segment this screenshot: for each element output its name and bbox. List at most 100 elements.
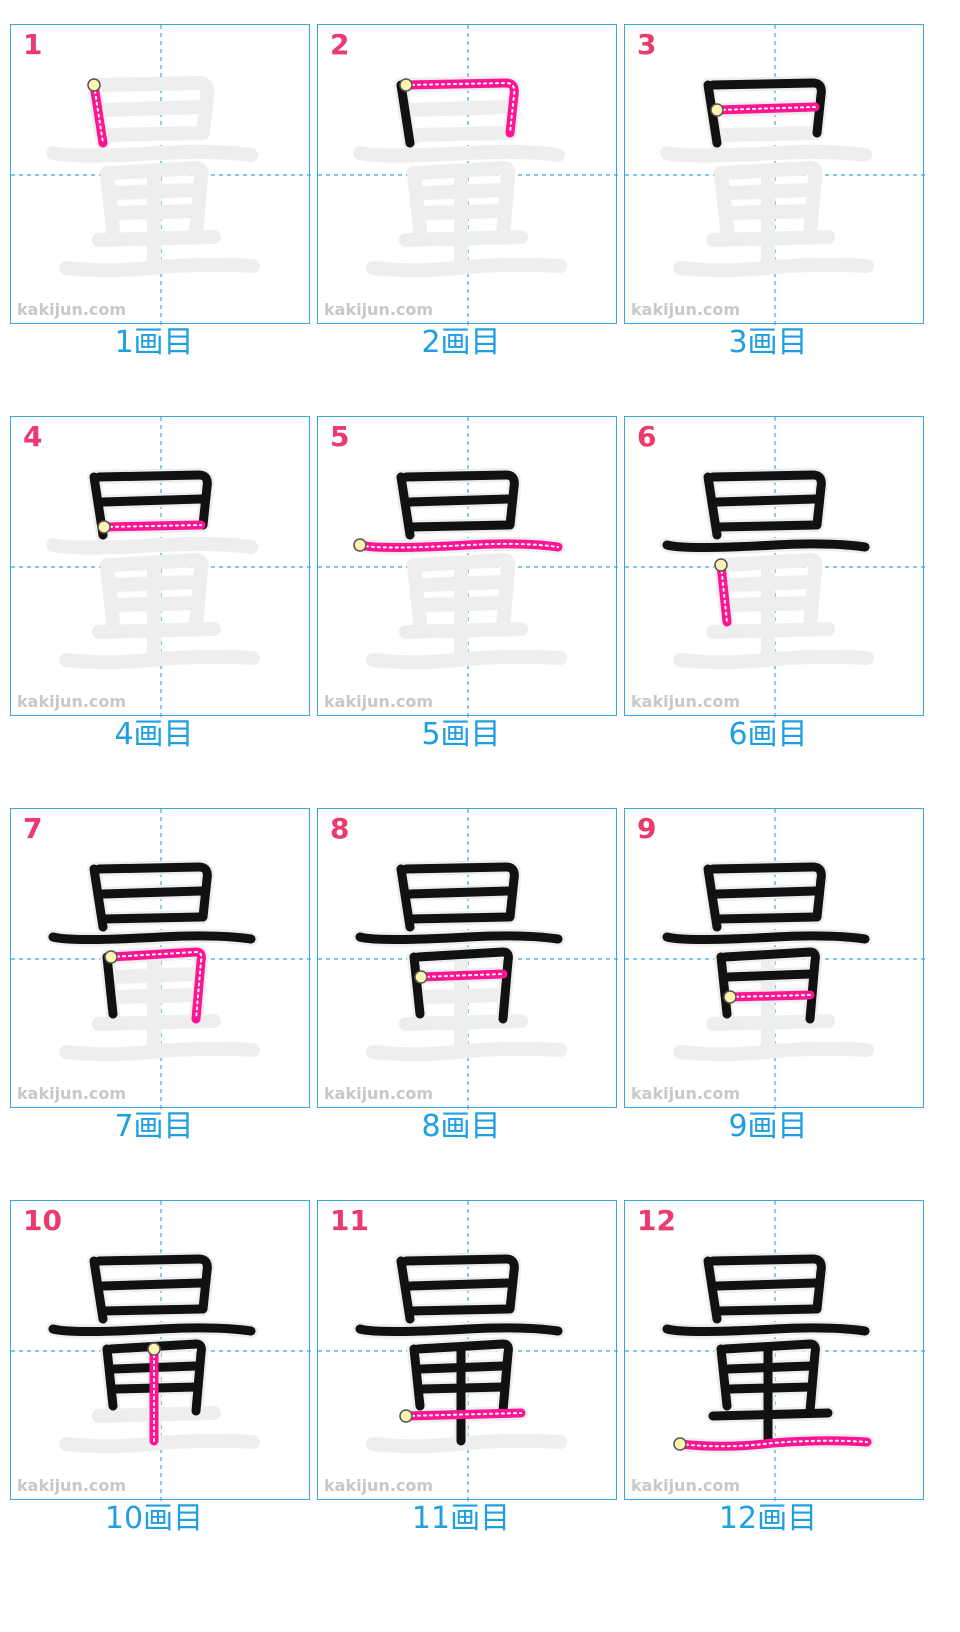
completed-stroke (662, 931, 870, 944)
ghost-stroke (366, 1041, 567, 1062)
completed-stroke (409, 1344, 425, 1411)
ghost-stroke (366, 257, 567, 278)
watermark: kakijun.com (17, 1476, 127, 1495)
stroke-start-marker (673, 1437, 687, 1451)
watermark: kakijun.com (631, 300, 741, 319)
completed-stroke (99, 912, 206, 924)
step-caption: 3画目 (728, 325, 808, 360)
step-number: 4 (23, 420, 43, 453)
completed-stroke (708, 1408, 833, 1421)
step-caption: 8画目 (421, 1109, 501, 1144)
completed-stroke (713, 912, 820, 924)
kanji-canvas (318, 1201, 618, 1501)
kanji-canvas (625, 1201, 925, 1501)
completed-stroke (99, 1304, 206, 1316)
completed-stroke (723, 969, 815, 982)
ghost-stroke (92, 622, 221, 639)
stroke-start-marker (97, 520, 111, 534)
ghost-stroke (714, 166, 734, 237)
ghost-stroke (403, 100, 515, 117)
stroke-panel-9: 9 kakijun.com (624, 808, 925, 1109)
step-caption: 6画目 (728, 717, 808, 752)
completed-stroke (48, 1323, 256, 1336)
ghost-stroke (59, 257, 260, 278)
kanji-canvas (11, 809, 311, 1109)
step-caption: 10画目 (104, 1501, 204, 1536)
ghost-stroke (92, 230, 221, 247)
watermark: kakijun.com (631, 1084, 741, 1103)
stroke-order-page: { "kanji": "量", "watermark": "kakijun.co… (0, 0, 960, 1632)
completed-stroke (713, 520, 820, 532)
ghost-stroke (404, 126, 515, 142)
kanji-canvas (318, 809, 618, 1109)
completed-stroke (662, 1323, 870, 1336)
watermark: kakijun.com (324, 1084, 434, 1103)
step-number: 2 (330, 28, 350, 61)
step-number: 6 (637, 420, 657, 453)
stroke-start-marker (87, 78, 101, 92)
completed-stroke (405, 886, 513, 899)
kanji-canvas (318, 417, 618, 717)
ghost-stroke (366, 1433, 567, 1454)
completed-stroke (712, 886, 820, 899)
ghost-stroke (59, 1433, 260, 1454)
ghost-stroke (59, 1041, 260, 1062)
completed-stroke (712, 494, 820, 507)
ghost-stroke (673, 649, 874, 670)
stroke-panel-3: 3 kakijun.com (624, 24, 925, 325)
kanji-canvas (11, 25, 311, 325)
kanji-canvas (625, 809, 925, 1109)
stroke-start-marker (353, 538, 367, 552)
watermark: kakijun.com (17, 1084, 127, 1103)
step-caption: 1画目 (114, 325, 194, 360)
completed-stroke (662, 539, 870, 552)
kanji-canvas (11, 417, 311, 717)
completed-stroke (102, 952, 118, 1019)
step-caption: 5画目 (421, 717, 501, 752)
completed-stroke (98, 886, 206, 899)
stroke-panel-11: 11 kakijun.com (317, 1200, 618, 1501)
step-caption: 7画目 (114, 1109, 194, 1144)
kanji-canvas (11, 1201, 311, 1501)
completed-stroke (406, 912, 513, 924)
stroke-panel-6: 6 kakijun.com (624, 416, 925, 717)
stroke-start-marker (414, 970, 428, 984)
ghost-stroke (399, 622, 528, 639)
completed-stroke (355, 931, 563, 944)
ghost-stroke (59, 649, 260, 670)
stroke-panel-1: 1 kakijun.com (10, 24, 311, 325)
step-caption: 4画目 (114, 717, 194, 752)
ghost-stroke (366, 649, 567, 670)
ghost-stroke (96, 100, 208, 117)
step-caption: 9画目 (728, 1109, 808, 1144)
stroke-panel-10: 10 kakijun.com (10, 1200, 311, 1501)
ghost-stroke (46, 536, 258, 555)
completed-stroke (713, 1304, 820, 1316)
stroke-start-marker (723, 990, 737, 1004)
stroke-panel-2: 2 kakijun.com (317, 24, 618, 325)
step-number: 9 (637, 812, 657, 845)
stroke-start-marker (399, 78, 413, 92)
completed-stroke (712, 1278, 820, 1291)
ghost-stroke (97, 126, 208, 142)
ghost-stroke (100, 558, 120, 629)
stroke-start-marker (714, 558, 728, 572)
stroke-start-marker (147, 1342, 161, 1356)
completed-stroke (716, 1344, 732, 1411)
completed-stroke (355, 1323, 563, 1336)
ghost-stroke (706, 622, 835, 639)
completed-stroke (409, 952, 425, 1019)
ghost-stroke (407, 558, 427, 629)
completed-stroke (102, 1344, 118, 1411)
stroke-panel-5: 5 kakijun.com (317, 416, 618, 717)
ghost-stroke (711, 126, 822, 142)
step-number: 10 (23, 1204, 62, 1237)
ghost-stroke (407, 166, 427, 237)
watermark: kakijun.com (17, 300, 127, 319)
step-number: 8 (330, 812, 350, 845)
stroke-panel-7: 7 kakijun.com (10, 808, 311, 1109)
stroke-start-marker (399, 1409, 413, 1423)
stroke-panel-12: 12 kakijun.com (624, 1200, 925, 1501)
kanji-canvas (625, 417, 925, 717)
kanji-canvas (625, 25, 925, 325)
